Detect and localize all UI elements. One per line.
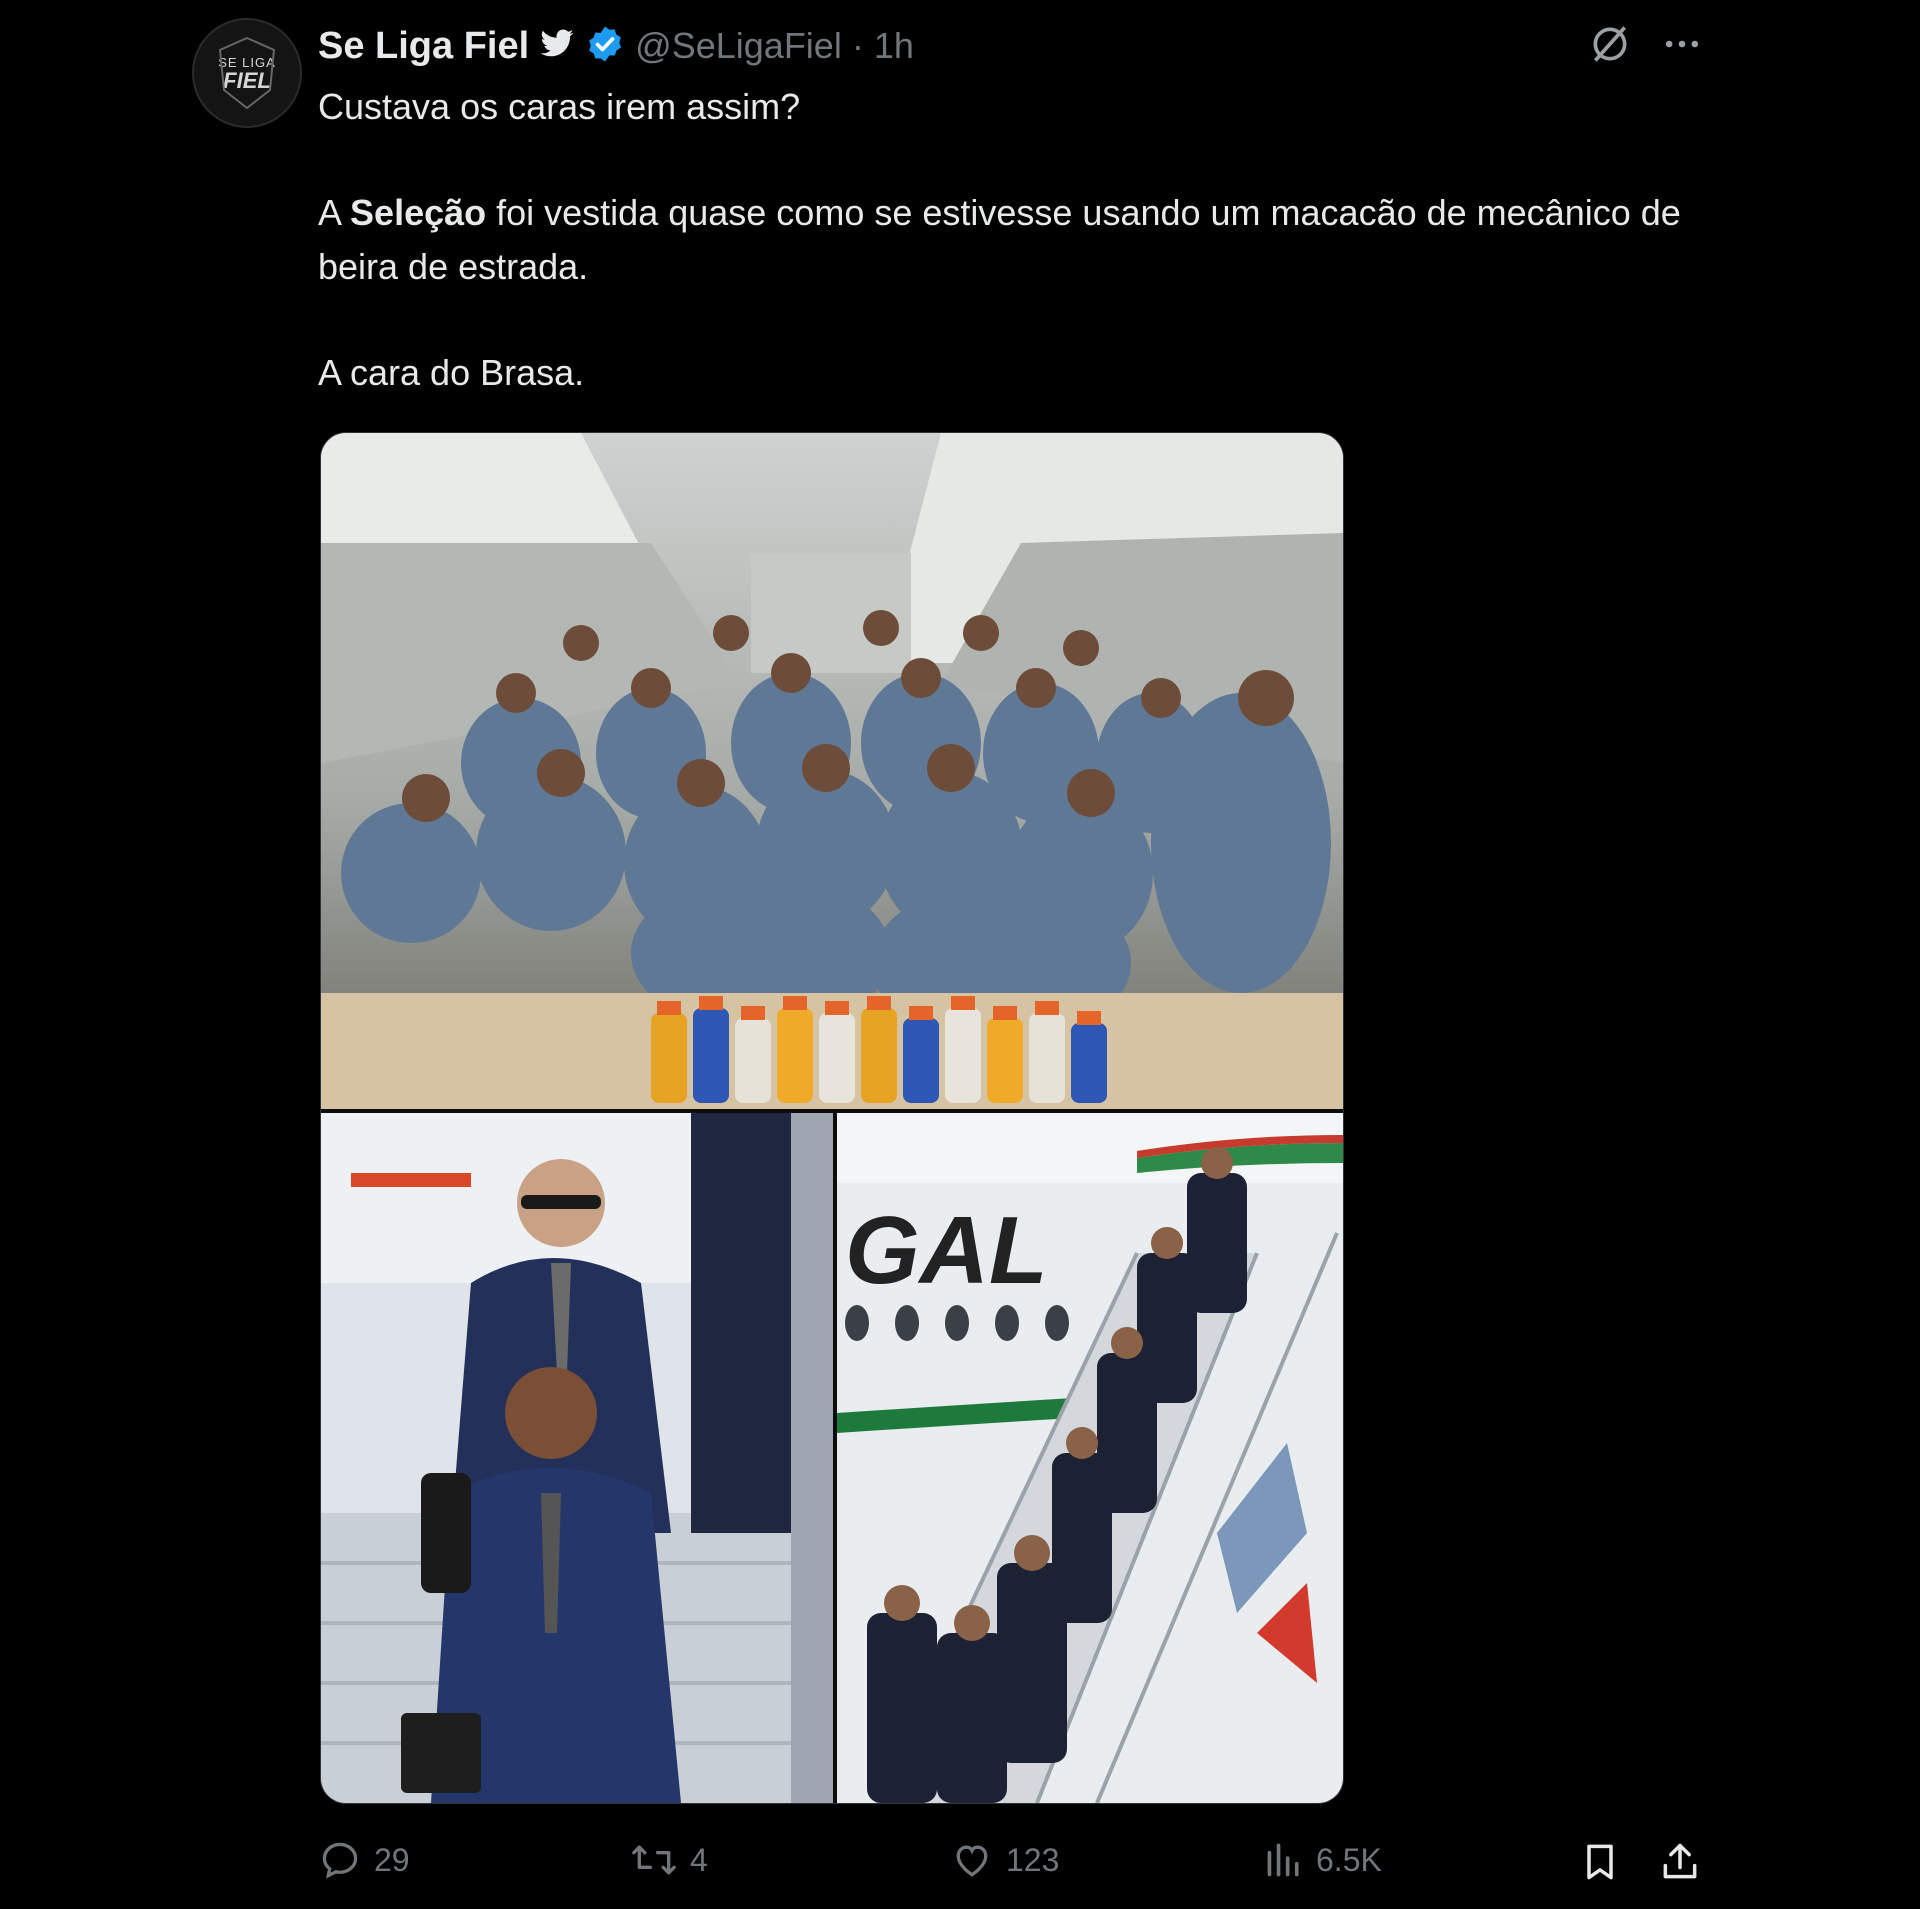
repost-count: 4	[690, 1841, 708, 1878]
like-button[interactable]: 123	[950, 1838, 1059, 1882]
tweet-paragraph-2: A Seleção foi vestida quase como se esti…	[318, 186, 1698, 294]
timestamp[interactable]: 1h	[874, 25, 914, 67]
reply-count: 29	[374, 1841, 410, 1878]
heart-icon	[956, 1845, 988, 1877]
more-options-icon[interactable]	[1656, 18, 1708, 70]
reply-button[interactable]: 29	[318, 1838, 410, 1882]
share-button[interactable]	[1658, 1838, 1702, 1886]
para2-bold: Seleção	[350, 192, 487, 233]
display-name[interactable]: Se Liga Fiel	[318, 25, 529, 68]
views-button[interactable]: 6.5K	[1264, 1838, 1382, 1882]
reply-icon	[322, 1842, 358, 1879]
bird-icon	[539, 28, 575, 64]
separator-dot: ·	[851, 25, 864, 66]
share-icon	[1663, 1843, 1697, 1879]
bookmark-icon	[1587, 1844, 1613, 1880]
tweet-line-1: Custava os caras irem assim?	[318, 86, 801, 127]
photo-plane-stairs[interactable]: GAL	[837, 1113, 1343, 1803]
photo-team-on-plane[interactable]	[321, 433, 1343, 1109]
action-bar: 29 4 123 6.5K	[0, 1838, 1920, 1898]
bookmark-button[interactable]	[1578, 1838, 1622, 1886]
grok-icon[interactable]	[1584, 18, 1636, 70]
repost-icon	[632, 1845, 676, 1875]
tweet-text: Custava os caras irem assim? A Seleção f…	[318, 80, 1698, 452]
repost-button[interactable]: 4	[630, 1838, 708, 1882]
avatar-shield-icon	[218, 36, 276, 110]
avatar[interactable]: SE LIGA FIEL	[192, 18, 302, 128]
tweet-line-3: A cara do Brasa.	[318, 352, 585, 393]
handle[interactable]: @SeLigaFiel	[635, 25, 842, 67]
para2-pre: A	[318, 192, 351, 233]
plane-livery-text: GAL	[845, 1197, 1048, 1304]
verified-badge-icon	[585, 24, 625, 69]
views-count: 6.5K	[1316, 1841, 1382, 1878]
photo-players-on-stairs[interactable]	[321, 1113, 833, 1803]
media-grid[interactable]: GAL	[320, 432, 1344, 1804]
para2-post: foi vestida quase como se estivesse usan…	[318, 192, 1681, 287]
tweet-header: Se Liga Fiel @SeLigaFiel · 1h	[318, 18, 914, 74]
like-count: 123	[1006, 1841, 1060, 1878]
views-icon	[1267, 1843, 1299, 1877]
